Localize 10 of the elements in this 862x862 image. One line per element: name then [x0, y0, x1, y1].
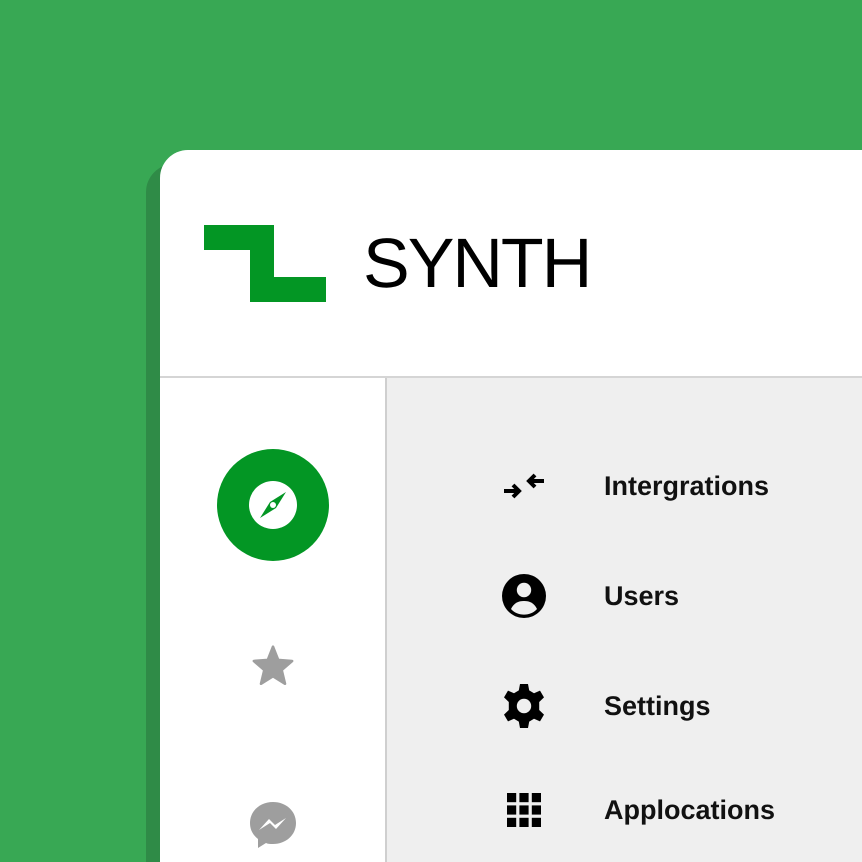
- menu-item[interactable]: Intergrations: [500, 462, 862, 510]
- logo-icon: [204, 224, 326, 302]
- menu-item[interactable]: Users: [500, 572, 862, 620]
- compass-icon: [248, 481, 296, 529]
- menu-item[interactable]: Settings: [500, 682, 862, 730]
- menu-item[interactable]: Applocations: [500, 786, 862, 834]
- messenger-icon: [248, 801, 296, 849]
- star-icon: [252, 645, 294, 685]
- brand-name: SYNTH: [363, 228, 590, 298]
- user-icon: [500, 572, 548, 620]
